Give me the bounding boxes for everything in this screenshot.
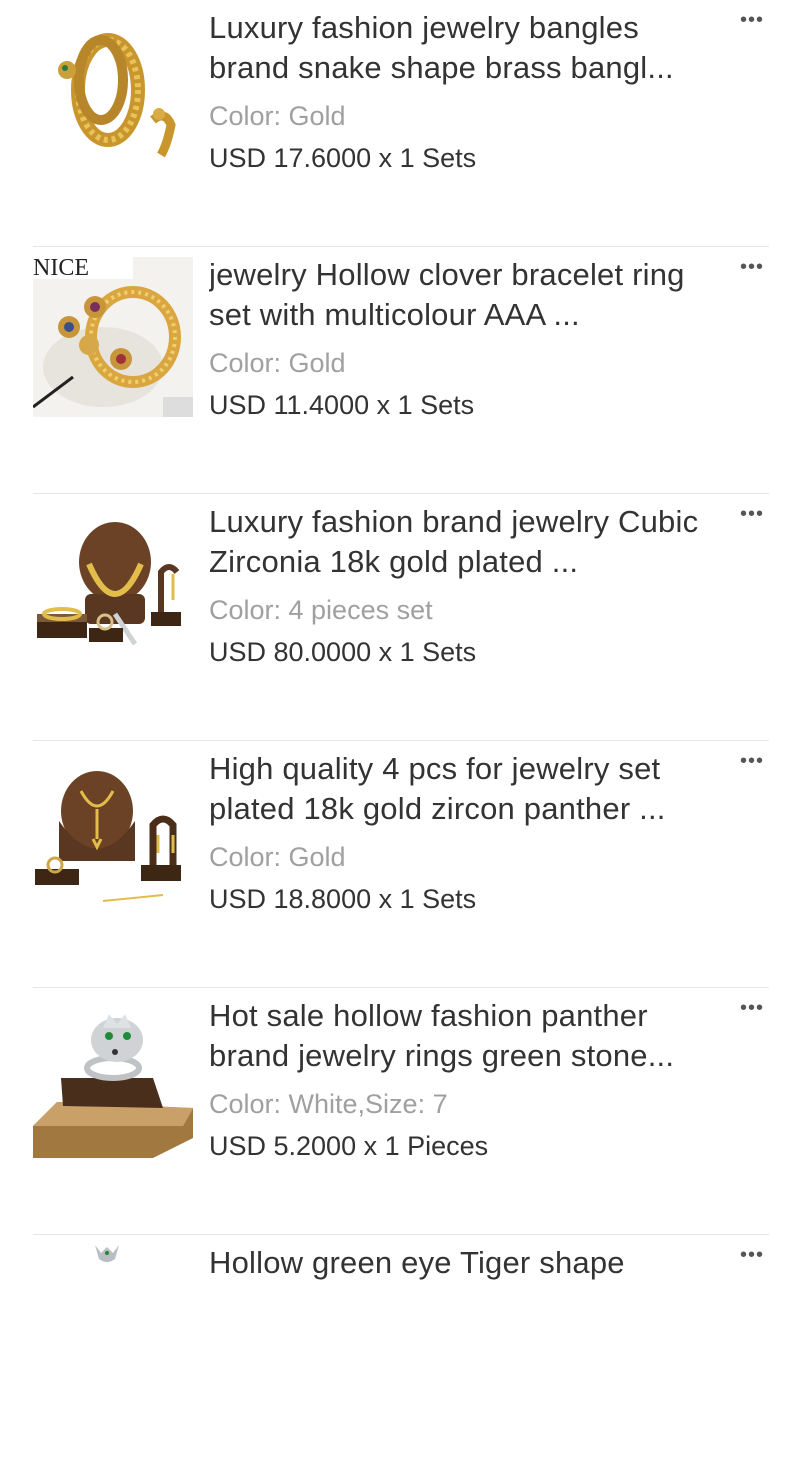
- product-image-necklace-set[interactable]: [33, 504, 193, 664]
- product-variant: Color: Gold: [209, 842, 346, 872]
- product-title[interactable]: Luxury fashion brand jewelry Cubic Zirco…: [209, 502, 709, 582]
- gold-necklace-set-image: [37, 522, 181, 646]
- product-title[interactable]: Hollow green eye Tiger shape: [209, 1243, 709, 1323]
- more-options-icon[interactable]: •••: [736, 1245, 768, 1265]
- item-info: Hot sale hollow fashion panther brand je…: [209, 996, 709, 1164]
- clover-bracelet-ring-image: NICE: [33, 257, 193, 417]
- product-image-tiger-ring[interactable]: [33, 1245, 193, 1405]
- product-title[interactable]: Luxury fashion jewelry bangles brand sna…: [209, 8, 709, 88]
- tiger-ring-image: [95, 1245, 119, 1262]
- product-price: USD 17.6000 x 1 Sets: [209, 143, 477, 173]
- svg-text:NICE: NICE: [33, 257, 89, 281]
- list-item[interactable]: Luxury fashion brand jewelry Cubic Zirco…: [0, 494, 802, 741]
- product-image-clover-bracelet[interactable]: NICE: [33, 257, 193, 417]
- item-info: Luxury fashion jewelry bangles brand sna…: [209, 8, 709, 176]
- list-item[interactable]: NICE jewelry Hollow clover bracelet ring…: [0, 247, 802, 494]
- product-image-panther-ring[interactable]: [33, 998, 193, 1158]
- list-item[interactable]: Hollow green eye Tiger shape •••: [0, 1235, 802, 1482]
- product-variant: Color: 4 pieces set: [209, 595, 433, 625]
- more-options-icon[interactable]: •••: [736, 998, 768, 1018]
- panther-ring-image: [33, 1014, 193, 1158]
- panther-jewelry-set-image: [35, 771, 181, 902]
- more-options-icon[interactable]: •••: [736, 751, 768, 771]
- more-options-icon[interactable]: •••: [736, 10, 768, 30]
- product-title[interactable]: jewelry Hollow clover bracelet ring set …: [209, 255, 709, 335]
- product-title[interactable]: High quality 4 pcs for jewelry set plate…: [209, 749, 709, 829]
- item-info: Luxury fashion brand jewelry Cubic Zirco…: [209, 502, 709, 670]
- product-price: USD 5.2000 x 1 Pieces: [209, 1131, 489, 1161]
- more-options-icon[interactable]: •••: [736, 504, 768, 524]
- product-title[interactable]: Hot sale hollow fashion panther brand je…: [209, 996, 709, 1076]
- product-variant: Color: White,Size: 7: [209, 1089, 448, 1119]
- item-info: Hollow green eye Tiger shape: [209, 1243, 709, 1323]
- product-price: USD 18.8000 x 1 Sets: [209, 884, 477, 914]
- product-variant: Color: Gold: [209, 101, 346, 131]
- snake-bangle-ring-image: [58, 33, 176, 158]
- product-image-snake-bangle[interactable]: [33, 10, 193, 170]
- product-price: USD 80.0000 x 1 Sets: [209, 637, 477, 667]
- product-image-panther-set[interactable]: [33, 751, 193, 911]
- product-price: USD 11.4000 x 1 Sets: [209, 390, 475, 420]
- more-options-icon[interactable]: •••: [736, 257, 768, 277]
- list-item[interactable]: High quality 4 pcs for jewelry set plate…: [0, 741, 802, 988]
- order-item-list: Luxury fashion jewelry bangles brand sna…: [0, 0, 802, 1482]
- list-item[interactable]: Hot sale hollow fashion panther brand je…: [0, 988, 802, 1235]
- item-info: jewelry Hollow clover bracelet ring set …: [209, 255, 709, 423]
- product-variant: Color: Gold: [209, 348, 346, 378]
- list-item[interactable]: Luxury fashion jewelry bangles brand sna…: [0, 0, 802, 247]
- item-info: High quality 4 pcs for jewelry set plate…: [209, 749, 709, 917]
